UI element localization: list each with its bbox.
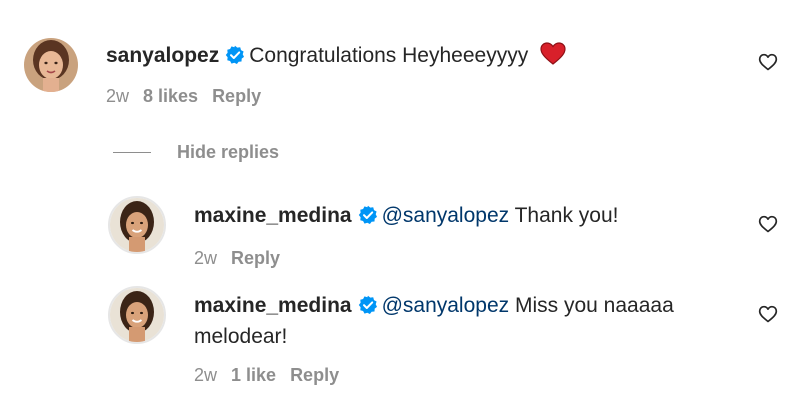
reply-text-continued: melodear!: [194, 325, 288, 348]
reply-time: 2w: [194, 365, 218, 385]
reply-line: maxine_medina @sanyalopez Thank you!: [194, 203, 619, 229]
reply-meta: 2w 1 like Reply: [194, 364, 353, 386]
verified-badge-icon: [358, 205, 377, 224]
comment-time: 2w: [106, 86, 130, 106]
comment-meta: 2w 8 likes Reply: [106, 85, 275, 107]
like-heart-icon[interactable]: [758, 52, 778, 72]
reply-username[interactable]: maxine_medina: [194, 294, 352, 317]
reply-text: Miss you naaaaa: [514, 294, 674, 317]
reply-reply-button[interactable]: Reply: [231, 248, 280, 268]
avatar-photo: [110, 198, 164, 252]
avatar-photo: [24, 38, 78, 92]
avatar-maxine-medina[interactable]: [108, 196, 166, 254]
like-heart-icon[interactable]: [758, 304, 778, 324]
reply-username[interactable]: maxine_medina: [194, 204, 352, 227]
like-heart-icon[interactable]: [758, 214, 778, 234]
verified-badge-icon: [358, 295, 377, 314]
reply-likes[interactable]: 1 like: [231, 365, 276, 385]
reply-mention[interactable]: @sanyalopez: [382, 294, 510, 317]
reply-text: Thank you!: [514, 204, 619, 227]
comment-likes[interactable]: 8 likes: [143, 86, 198, 106]
reply-line: maxine_medina @sanyalopez Miss you naaaa…: [194, 293, 674, 319]
reply-time: 2w: [194, 248, 218, 268]
hide-replies-label[interactable]: Hide replies: [177, 142, 279, 163]
comment-username[interactable]: sanyalopez: [106, 44, 219, 67]
hide-replies-toggle[interactable]: Hide replies: [113, 139, 279, 165]
red-heart-emoji-icon: [540, 42, 566, 65]
verified-badge-icon: [226, 45, 245, 64]
comment-reply-button[interactable]: Reply: [212, 86, 261, 106]
comment-text: Congratulations Heyheeeyyyy: [249, 44, 529, 67]
reply-mention[interactable]: @sanyalopez: [382, 204, 510, 227]
reply-meta: 2w Reply: [194, 247, 294, 269]
avatar-photo: [110, 288, 164, 342]
hide-replies-divider: [113, 151, 151, 153]
avatar-sanyalopez[interactable]: [24, 38, 78, 92]
comment-line: sanyalopez Congratulations Heyheeeyyyy: [106, 42, 566, 69]
reply-reply-button[interactable]: Reply: [290, 365, 339, 385]
avatar-maxine-medina[interactable]: [108, 286, 166, 344]
